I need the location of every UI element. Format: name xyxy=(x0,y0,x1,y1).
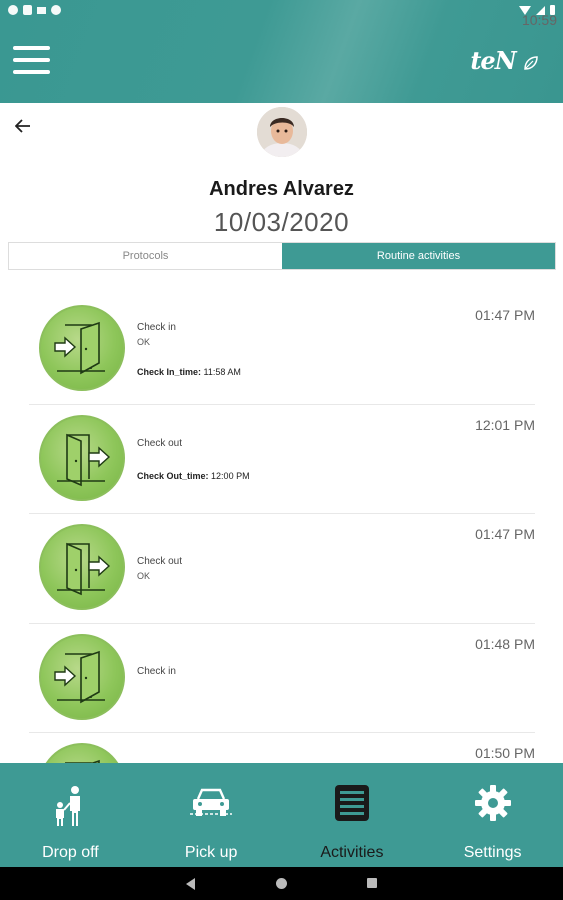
detail-label: Check Out_time: xyxy=(137,470,209,481)
nav-label: Activities xyxy=(320,844,384,861)
menu-icon[interactable] xyxy=(13,46,50,74)
child-name: Andres Alvarez xyxy=(209,178,354,200)
nav-activities[interactable]: Activities xyxy=(282,763,423,867)
activity-title: Check out xyxy=(137,437,183,449)
list-item[interactable]: 01:50 PM xyxy=(29,733,535,763)
nav-label: Settings xyxy=(463,844,522,861)
notification-icon xyxy=(8,5,18,15)
list-item[interactable]: Check out OK 01:47 PM xyxy=(29,514,535,624)
list-item[interactable]: Check in 01:48 PM xyxy=(29,624,535,733)
home-circle-icon[interactable] xyxy=(276,878,287,889)
avatar xyxy=(257,107,307,157)
nav-label: Pick up xyxy=(184,844,238,861)
nav-pick-up[interactable]: Pick up xyxy=(141,763,282,867)
detail-label: Check In_time: xyxy=(137,367,202,377)
detail-value: 11:58 AM xyxy=(203,367,241,377)
check-in-icon xyxy=(39,305,125,391)
back-arrow-icon[interactable] xyxy=(14,116,31,139)
logo-text: teN xyxy=(470,46,516,75)
system-nav-bar xyxy=(0,867,563,900)
activity-status: OK xyxy=(137,337,151,347)
activity-detail: Check In_time: 11:58 AM xyxy=(137,367,241,377)
leaf-icon xyxy=(524,55,538,70)
list-item[interactable]: Check in OK Check In_time: 11:58 AM 01:4… xyxy=(29,295,535,405)
selected-date[interactable]: 10/03/2020 xyxy=(0,207,563,238)
check-in-icon xyxy=(39,743,125,763)
nav-drop-off[interactable]: Drop off xyxy=(0,763,141,867)
activity-time: 12:01 PM xyxy=(475,416,535,433)
app-header: 10:59 teN xyxy=(0,0,563,103)
activity-time: 01:50 PM xyxy=(475,745,535,761)
check-out-icon xyxy=(39,414,125,501)
notification-icon xyxy=(23,5,32,15)
nav-label: Drop off xyxy=(42,844,99,861)
check-out-icon xyxy=(39,524,125,610)
status-time: 10:59 xyxy=(521,12,557,28)
activity-title: Check in xyxy=(137,665,176,677)
activity-status: OK xyxy=(137,571,151,581)
recents-square-icon[interactable] xyxy=(367,878,377,888)
status-bar: 10:59 xyxy=(0,0,563,28)
activity-detail: Check Out_time: 12:00 PM xyxy=(137,471,250,481)
back-triangle-icon[interactable] xyxy=(186,878,195,890)
car-icon xyxy=(190,788,233,816)
gear-icon xyxy=(474,785,511,821)
detail-value: 12:00 PM xyxy=(211,470,250,481)
activity-time: 01:47 PM xyxy=(475,307,535,323)
list-item[interactable]: Check out Check Out_time: 12:00 PM 12:01… xyxy=(29,405,535,514)
activity-time: 01:48 PM xyxy=(475,635,535,652)
activity-list[interactable]: Check in OK Check In_time: 11:58 AM 01:4… xyxy=(29,295,535,763)
notification-icon xyxy=(37,6,46,14)
check-in-icon xyxy=(39,633,125,720)
activity-title: Check out xyxy=(137,556,183,567)
tab-routine-activities[interactable]: Routine activities xyxy=(282,243,555,269)
app-logo: teN xyxy=(470,46,539,75)
nav-settings[interactable]: Settings xyxy=(422,763,563,867)
activity-title: Check in xyxy=(137,322,176,333)
tab-bar: Protocols Routine activities xyxy=(8,242,556,270)
notification-icon xyxy=(51,5,61,15)
activity-time: 01:47 PM xyxy=(475,526,535,542)
activities-list-icon xyxy=(334,785,369,821)
bottom-nav: Drop off Pick up Activities Settings xyxy=(0,763,563,867)
tab-protocols[interactable]: Protocols xyxy=(9,243,282,269)
parent-child-icon xyxy=(56,786,81,826)
